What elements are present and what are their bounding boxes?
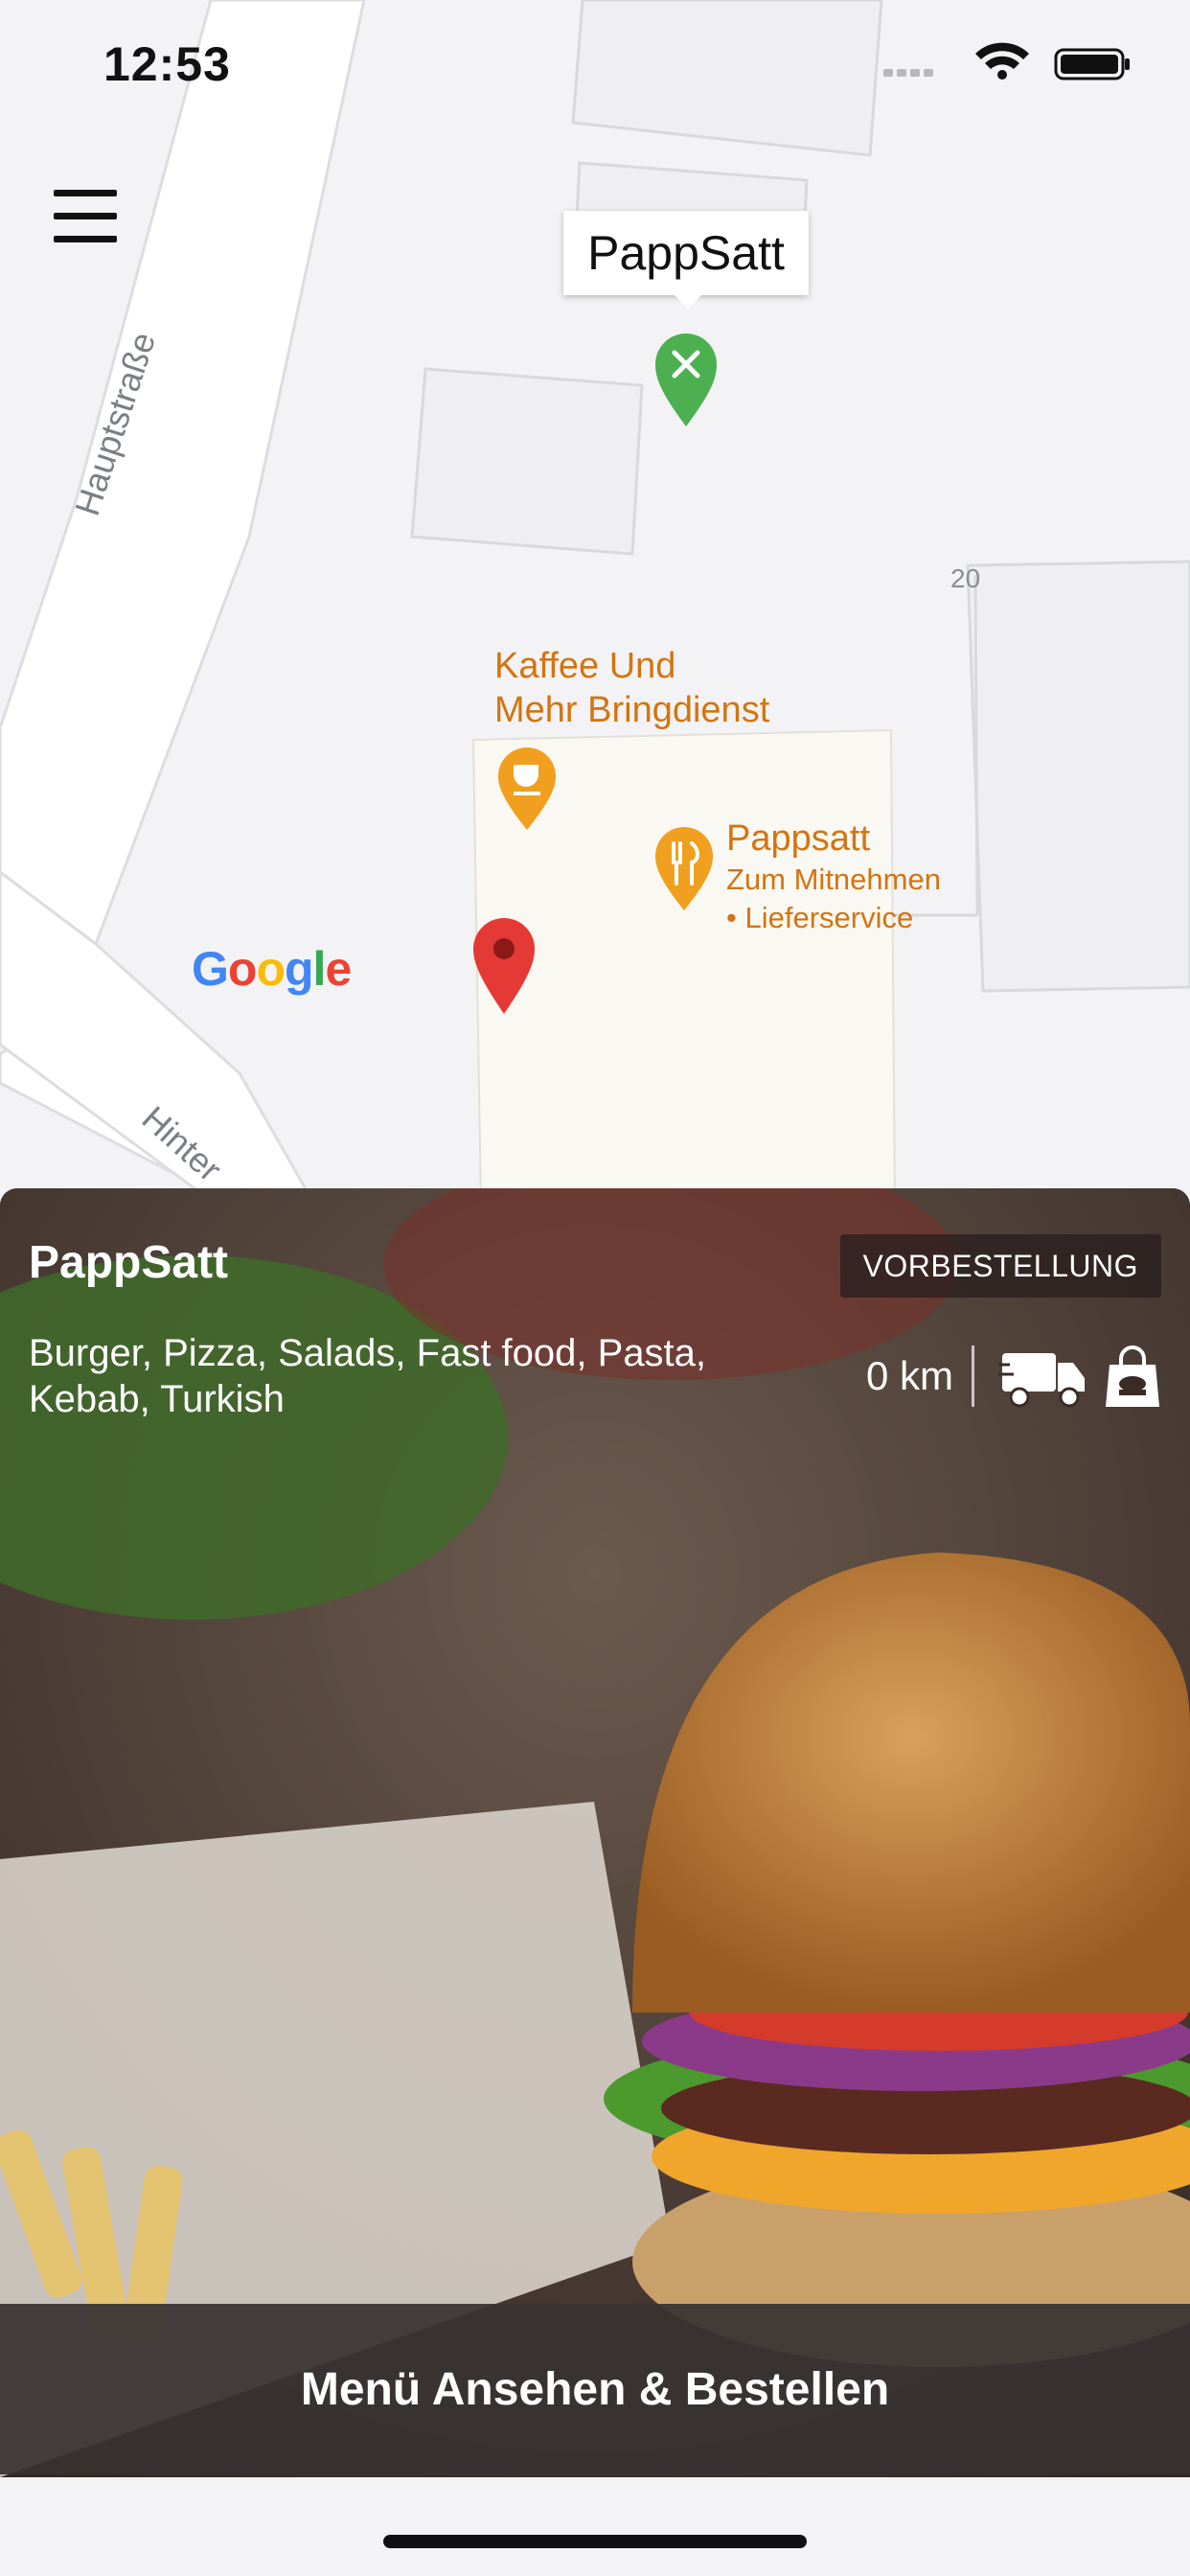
shopping-bag-icon (1106, 1346, 1159, 1407)
restaurant-card[interactable]: PappSatt VORBESTELLUNG Burger, Pizza, Sa… (0, 1188, 1190, 2477)
poi-kaffee-label[interactable]: Kaffee Und Mehr Bringdienst (494, 644, 769, 732)
home-indicator[interactable] (383, 2535, 807, 2548)
menu-icon[interactable] (54, 190, 117, 243)
wifi-icon (975, 42, 1029, 80)
divider (972, 1346, 974, 1407)
cuisine-list: Burger, Pizza, Salads, Fast food, Pasta,… (29, 1332, 707, 1420)
preorder-badge: VORBESTELLUNG (839, 1234, 1161, 1298)
view-menu-order-button[interactable]: Menü Ansehen & Bestellen (0, 2304, 1190, 2474)
battery-icon (1054, 48, 1130, 80)
map-callout[interactable]: PappSatt (563, 211, 809, 309)
restaurant-name: PappSatt (29, 1237, 229, 1288)
status-time: 12:53 (103, 37, 231, 91)
poi-pappsatt-label[interactable]: Pappsatt Zum Mitnehmen • Lieferservice (726, 816, 941, 937)
poi-pappsatt-sub2: • Lieferservice (726, 901, 914, 934)
poi-kaffee-line1: Kaffee Und (494, 646, 676, 686)
truck-icon (998, 1353, 1085, 1408)
map-view[interactable] (0, 0, 1190, 1208)
poi-pappsatt-name: Pappsatt (726, 818, 870, 859)
house-number: 20 (950, 564, 981, 593)
poi-kaffee-line2: Mehr Bringdienst (494, 690, 770, 730)
poi-pappsatt-sub1: Zum Mitnehmen (726, 862, 941, 896)
distance-label: 0 km (866, 1353, 954, 1398)
google-logo: Google (192, 942, 352, 996)
signal-icon (883, 69, 933, 77)
status-bar: 12:53 (0, 0, 1190, 134)
status-icons (883, 42, 1130, 80)
